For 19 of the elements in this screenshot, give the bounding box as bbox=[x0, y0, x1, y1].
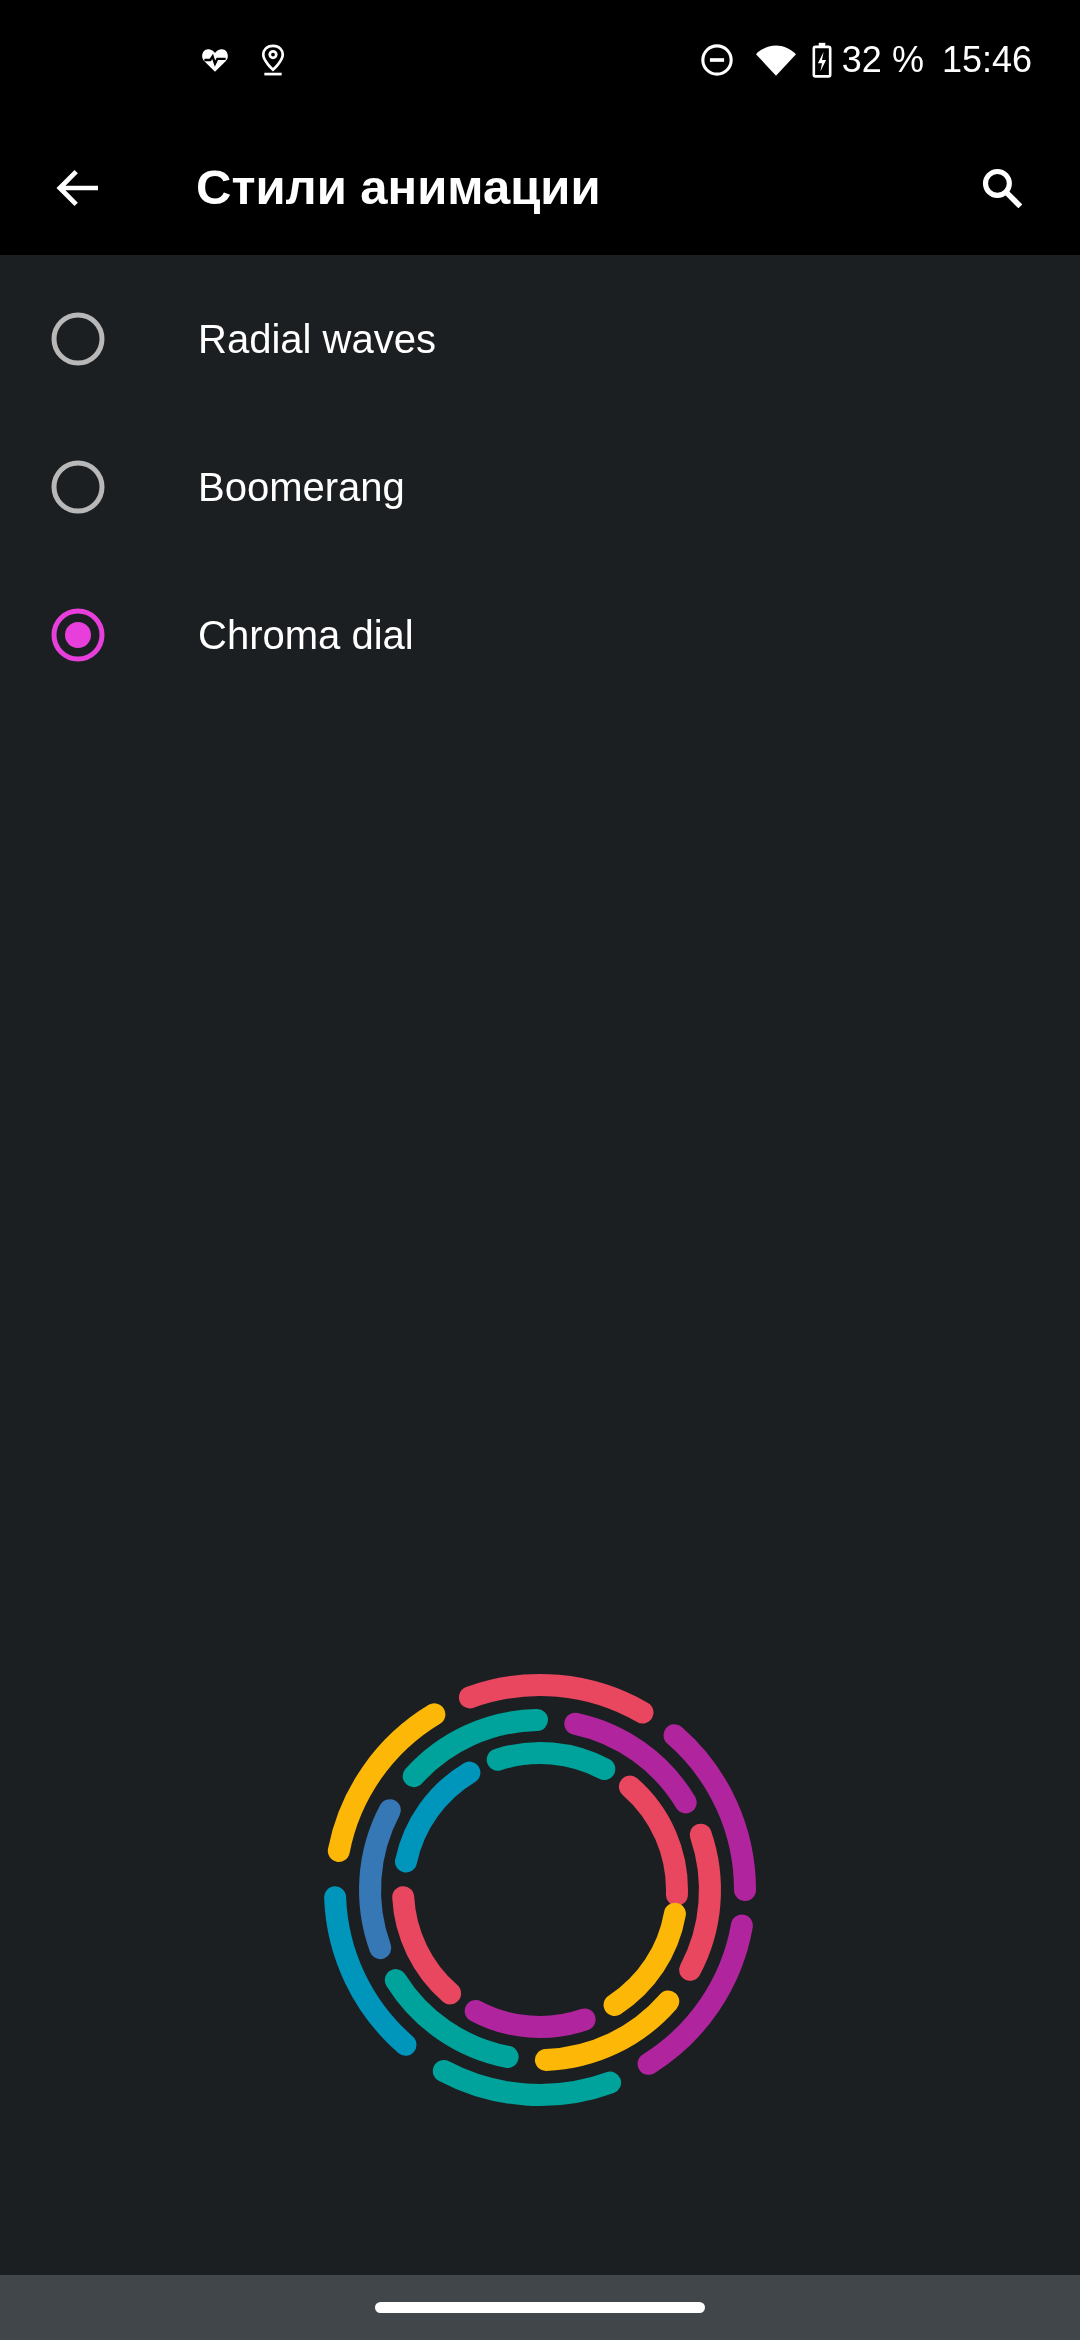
heart-pulse-icon bbox=[200, 47, 230, 73]
clock-time: 15:46 bbox=[941, 38, 1032, 82]
animation-style-option[interactable]: Chroma dial bbox=[0, 561, 1080, 709]
option-label: Radial waves bbox=[198, 316, 436, 363]
radio-button[interactable] bbox=[50, 607, 106, 663]
radio-button[interactable] bbox=[50, 459, 106, 515]
radio-button[interactable] bbox=[50, 311, 106, 367]
option-label: Boomerang bbox=[198, 464, 405, 511]
battery-percentage: 32 % bbox=[841, 38, 924, 82]
back-arrow-icon bbox=[56, 167, 100, 208]
animation-style-option[interactable]: Radial waves bbox=[0, 265, 1080, 413]
wifi-icon bbox=[755, 44, 796, 76]
battery-charging-icon bbox=[811, 42, 832, 78]
location-pin-icon bbox=[260, 43, 286, 77]
do-not-disturb-icon bbox=[699, 43, 734, 77]
page-title: Стили анимации bbox=[196, 158, 602, 216]
option-label: Chroma dial bbox=[198, 612, 414, 659]
home-handle[interactable] bbox=[375, 2302, 705, 2313]
animation-style-option[interactable]: Boomerang bbox=[0, 413, 1080, 561]
